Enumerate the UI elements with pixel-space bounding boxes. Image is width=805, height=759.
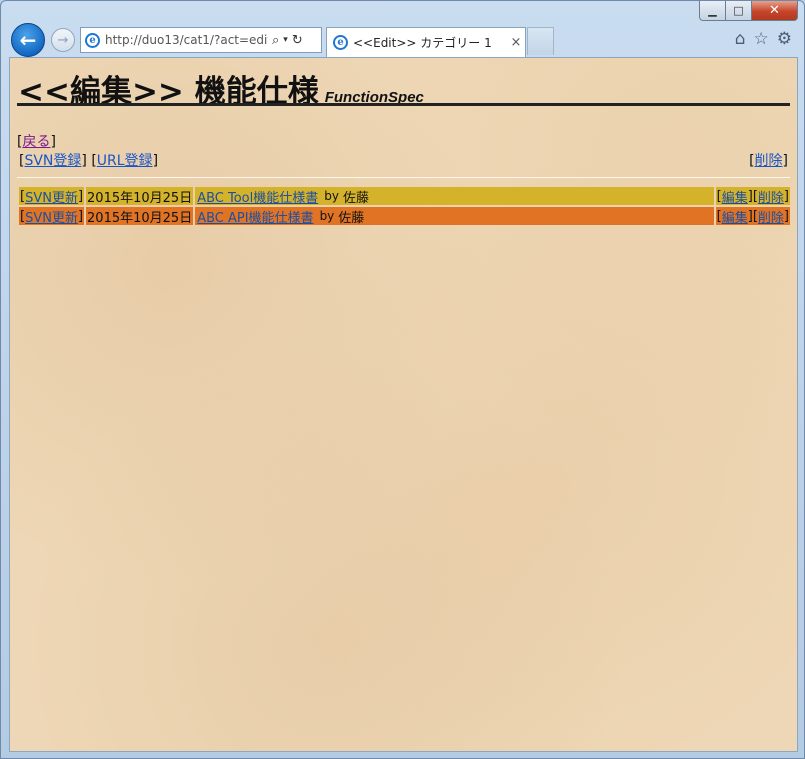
author-name: 佐藤 — [342, 190, 369, 206]
edit-link[interactable]: 編集 — [722, 207, 748, 226]
date-cell: 2015年10月25日 — [86, 207, 194, 226]
back-button[interactable]: ← — [11, 23, 45, 57]
document-list: [SVN更新] 2015年10月25日 ABC Tool機能仕様書 by 佐藤 … — [19, 187, 790, 227]
minimize-button[interactable]: ▁ — [699, 1, 726, 21]
document-row: [SVN更新] 2015年10月25日 ABC Tool機能仕様書 by 佐藤 … — [19, 187, 790, 206]
delete-category-link[interactable]: 削除 — [755, 153, 783, 169]
browser-toolbar: ← → e http://duo13/cat1/?act=edit ⌕ ▾ ↻ … — [1, 21, 805, 57]
register-links-row: [SVN登録] [URL登録] — [19, 153, 159, 169]
browser-tab-active[interactable]: e <<Edit>> カテゴリー 1 × — [326, 27, 526, 57]
delete-link[interactable]: 削除 — [758, 207, 784, 226]
by-label: by — [319, 209, 335, 223]
dropdown-arrow-icon[interactable]: ▾ — [283, 35, 288, 45]
back-link[interactable]: 戻る — [22, 134, 50, 150]
edit-link[interactable]: 編集 — [722, 187, 748, 206]
title-cell: ABC Tool機能仕様書 by 佐藤 — [195, 187, 714, 206]
actions-cell: [編集][削除] — [715, 207, 790, 226]
close-window-button[interactable]: ✕ — [752, 1, 798, 21]
section-divider — [17, 177, 790, 178]
tab-title: <<Edit>> カテゴリー 1 — [353, 36, 492, 50]
author-name: 佐藤 — [338, 210, 365, 226]
refresh-icon[interactable]: ↻ — [292, 33, 303, 48]
search-icon[interactable]: ⌕ — [272, 33, 279, 48]
settings-gear-icon[interactable]: ⚙ — [777, 29, 792, 49]
svn-update-link[interactable]: SVN更新 — [25, 187, 78, 206]
maximize-button[interactable]: □ — [726, 1, 752, 21]
by-label: by — [324, 189, 339, 203]
delete-link-row: [削除] — [749, 153, 788, 169]
title-divider — [17, 103, 790, 106]
svn-update-cell: [SVN更新] — [19, 207, 85, 226]
browser-window: ▁ □ ✕ ← → e http://duo13/cat1/?act=edit … — [0, 0, 805, 759]
date-cell: 2015年10月25日 — [86, 187, 194, 206]
svn-update-link[interactable]: SVN更新 — [25, 207, 78, 226]
url-register-link[interactable]: URL登録 — [97, 153, 153, 169]
forward-arrow-icon: → — [57, 32, 69, 48]
address-bar[interactable]: e http://duo13/cat1/?act=edit ⌕ ▾ ↻ — [80, 27, 322, 53]
svn-register-link[interactable]: SVN登録 — [24, 153, 81, 169]
delete-link[interactable]: 削除 — [758, 187, 784, 206]
page-content: <<編集>> 機能仕様 FunctionSpec [戻る] [SVN登録] [UR… — [9, 57, 798, 752]
caption-buttons: ▁ □ ✕ — [699, 1, 798, 21]
new-tab-button[interactable] — [527, 27, 554, 55]
home-icon[interactable]: ⌂ — [735, 29, 746, 49]
svn-update-cell: [SVN更新] — [19, 187, 85, 206]
title-cell: ABC API機能仕様書 by 佐藤 — [195, 207, 714, 226]
favorites-star-icon[interactable]: ☆ — [754, 29, 769, 49]
tab-ie-icon: e — [333, 35, 348, 50]
actions-cell: [編集][削除] — [715, 187, 790, 206]
tab-close-icon[interactable]: × — [507, 35, 525, 50]
document-row: [SVN更新] 2015年10月25日 ABC API機能仕様書 by 佐藤 [… — [19, 207, 790, 226]
forward-button[interactable]: → — [51, 28, 75, 52]
back-arrow-icon: ← — [19, 28, 37, 52]
ie-page-icon: e — [85, 32, 100, 48]
document-title-link[interactable]: ABC API機能仕様書 — [197, 207, 313, 226]
back-link-row: [戻る] — [17, 134, 56, 150]
document-title-link[interactable]: ABC Tool機能仕様書 — [197, 187, 318, 206]
address-url[interactable]: http://duo13/cat1/?act=edit — [105, 33, 268, 47]
